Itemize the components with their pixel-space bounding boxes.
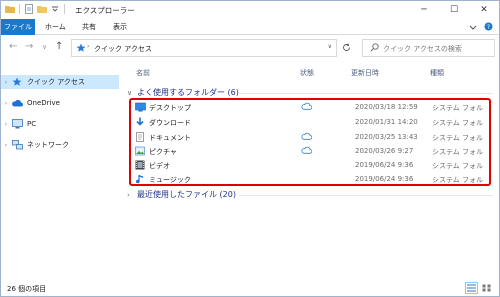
navigation-bar: ← → ∨ ↑ › クイック アクセス ∨ クイック アクセスの検索 [1,36,499,60]
large-icons-view-icon[interactable] [480,282,493,294]
column-header-status[interactable]: 状態 [300,68,314,78]
sidebar-item-label: PC [27,120,37,128]
recent-locations-icon[interactable]: ∨ [42,43,47,51]
sidebar-item-label: クイック アクセス [27,78,85,86]
group-label: 最近使用したファイル (20) [137,190,236,199]
quick-access-star-icon [76,43,86,55]
sidebar-item-label: OneDrive [27,99,60,107]
group-label: よく使用するフォルダー (6) [137,88,239,97]
column-header-name[interactable]: 名前 [136,68,150,78]
expand-chevron-icon[interactable]: › [1,79,11,86]
help-icon[interactable]: ? [484,22,493,33]
navigation-pane: › クイック アクセス › OneDrive › PC › ネットワーク [1,67,119,267]
group-header-frequent[interactable]: ∨ よく使用するフォルダー (6) [127,87,239,98]
svg-text:?: ? [487,24,490,31]
forward-arrow-icon[interactable]: → [25,41,33,52]
back-arrow-icon[interactable]: ← [9,41,17,52]
star-icon [11,77,23,87]
group-divider [239,93,493,94]
address-path: クイック アクセス [94,45,152,53]
new-folder-icon[interactable] [37,4,47,14]
column-header-date[interactable]: 更新日時 [351,68,379,78]
explorer-window: エクスプローラー ─ ☐ ✕ ファイル ホーム 共有 表示 ? ← → ∨ ↑ [0,0,500,297]
details-view-icon[interactable] [465,282,478,294]
maximize-button[interactable]: ☐ [439,1,469,19]
folder-icon [5,4,15,14]
tab-file[interactable]: ファイル [1,19,35,35]
quick-access-toolbar [5,4,66,14]
ribbon-tabs: ファイル ホーム 共有 表示 ? [1,19,499,35]
minimize-button[interactable]: ─ [409,1,439,19]
tab-home[interactable]: ホーム [38,19,73,35]
window-title: エクスプローラー [75,6,135,15]
column-header-type[interactable]: 種類 [430,68,444,78]
item-count: 26 個の項目 [7,285,47,293]
breadcrumb-chevron-icon: › [87,43,90,50]
collapse-chevron-icon[interactable]: ∨ [127,89,137,97]
sidebar-item-pc[interactable]: › PC [1,117,119,131]
search-icon [370,43,379,54]
status-bar: 26 個の項目 [1,281,499,297]
cloud-icon [11,98,23,108]
address-dropdown-icon[interactable]: ∨ [328,43,332,50]
up-arrow-icon[interactable]: ↑ [55,41,63,52]
refresh-icon[interactable] [342,43,351,54]
properties-icon[interactable] [24,4,34,14]
sidebar-item-label: ネットワーク [27,141,69,149]
search-placeholder: クイック アクセスの検索 [383,45,462,53]
qat-dropdown-icon[interactable] [50,4,60,14]
expand-chevron-icon[interactable]: › [1,142,11,149]
tab-share[interactable]: 共有 [75,19,103,35]
sidebar-item-onedrive[interactable]: › OneDrive [1,96,119,110]
window-controls: ─ ☐ ✕ [409,1,499,19]
group-header-recent[interactable]: › 最近使用したファイル (20) [127,189,236,200]
close-button[interactable]: ✕ [469,1,499,19]
expand-chevron-icon[interactable]: › [1,100,11,107]
search-box[interactable]: クイック アクセスの検索 [362,39,495,57]
network-icon [11,140,23,150]
address-bar[interactable]: › クイック アクセス ∨ [71,39,337,57]
expand-chevron-icon[interactable]: › [127,191,137,199]
sidebar-item-network[interactable]: › ネットワーク [1,138,119,152]
expand-ribbon-icon[interactable] [469,23,477,33]
tab-view[interactable]: 表示 [106,19,134,35]
title-bar: エクスプローラー ─ ☐ ✕ [1,1,499,19]
pc-icon [11,119,23,129]
highlight-box [129,98,491,186]
sidebar-item-quick-access[interactable]: › クイック アクセス [1,75,119,89]
expand-chevron-icon[interactable]: › [1,121,11,128]
group-divider [239,195,493,196]
